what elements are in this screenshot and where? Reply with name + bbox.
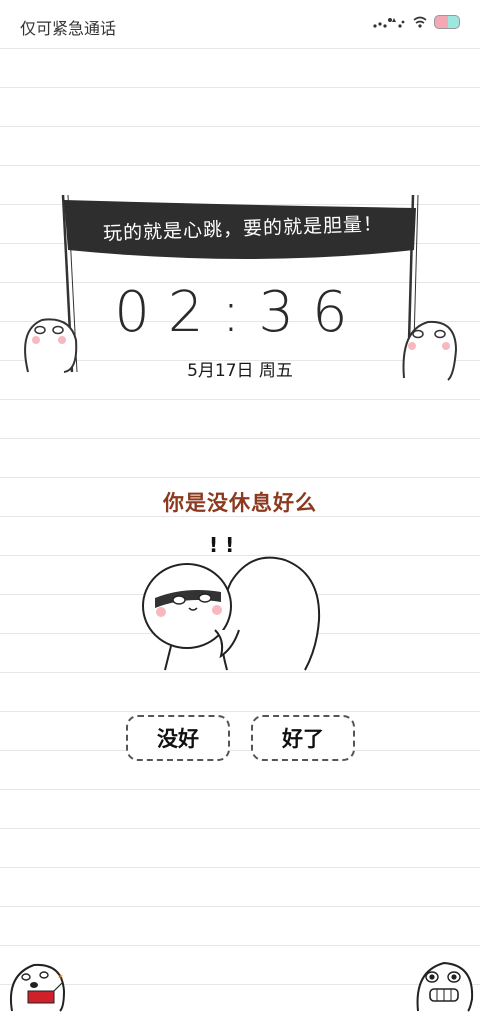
status-icons [372,14,460,30]
svg-text:! !: ! ! [209,533,234,557]
status-bar: 仅可紧急通话 [0,0,480,50]
signal-dots-icon [373,18,405,28]
surprised-characters-illustration: ! ! [142,533,321,671]
answer-yes-button[interactable]: 好了 [251,715,355,761]
svg-text:*: * [58,973,63,984]
wifi-icon [413,16,427,28]
firecracker-character[interactable]: * [4,955,70,1013]
lock-date: 5月17日 周五 [187,361,293,381]
carrier-status: 仅可紧急通话 [20,19,117,38]
lock-clock: 02:36 [114,280,366,345]
battery-icon [434,15,460,29]
answer-no-button[interactable]: 没好 [126,715,230,761]
prompt-question: 你是没休息好么 [163,491,317,515]
grinning-character[interactable] [412,955,476,1013]
